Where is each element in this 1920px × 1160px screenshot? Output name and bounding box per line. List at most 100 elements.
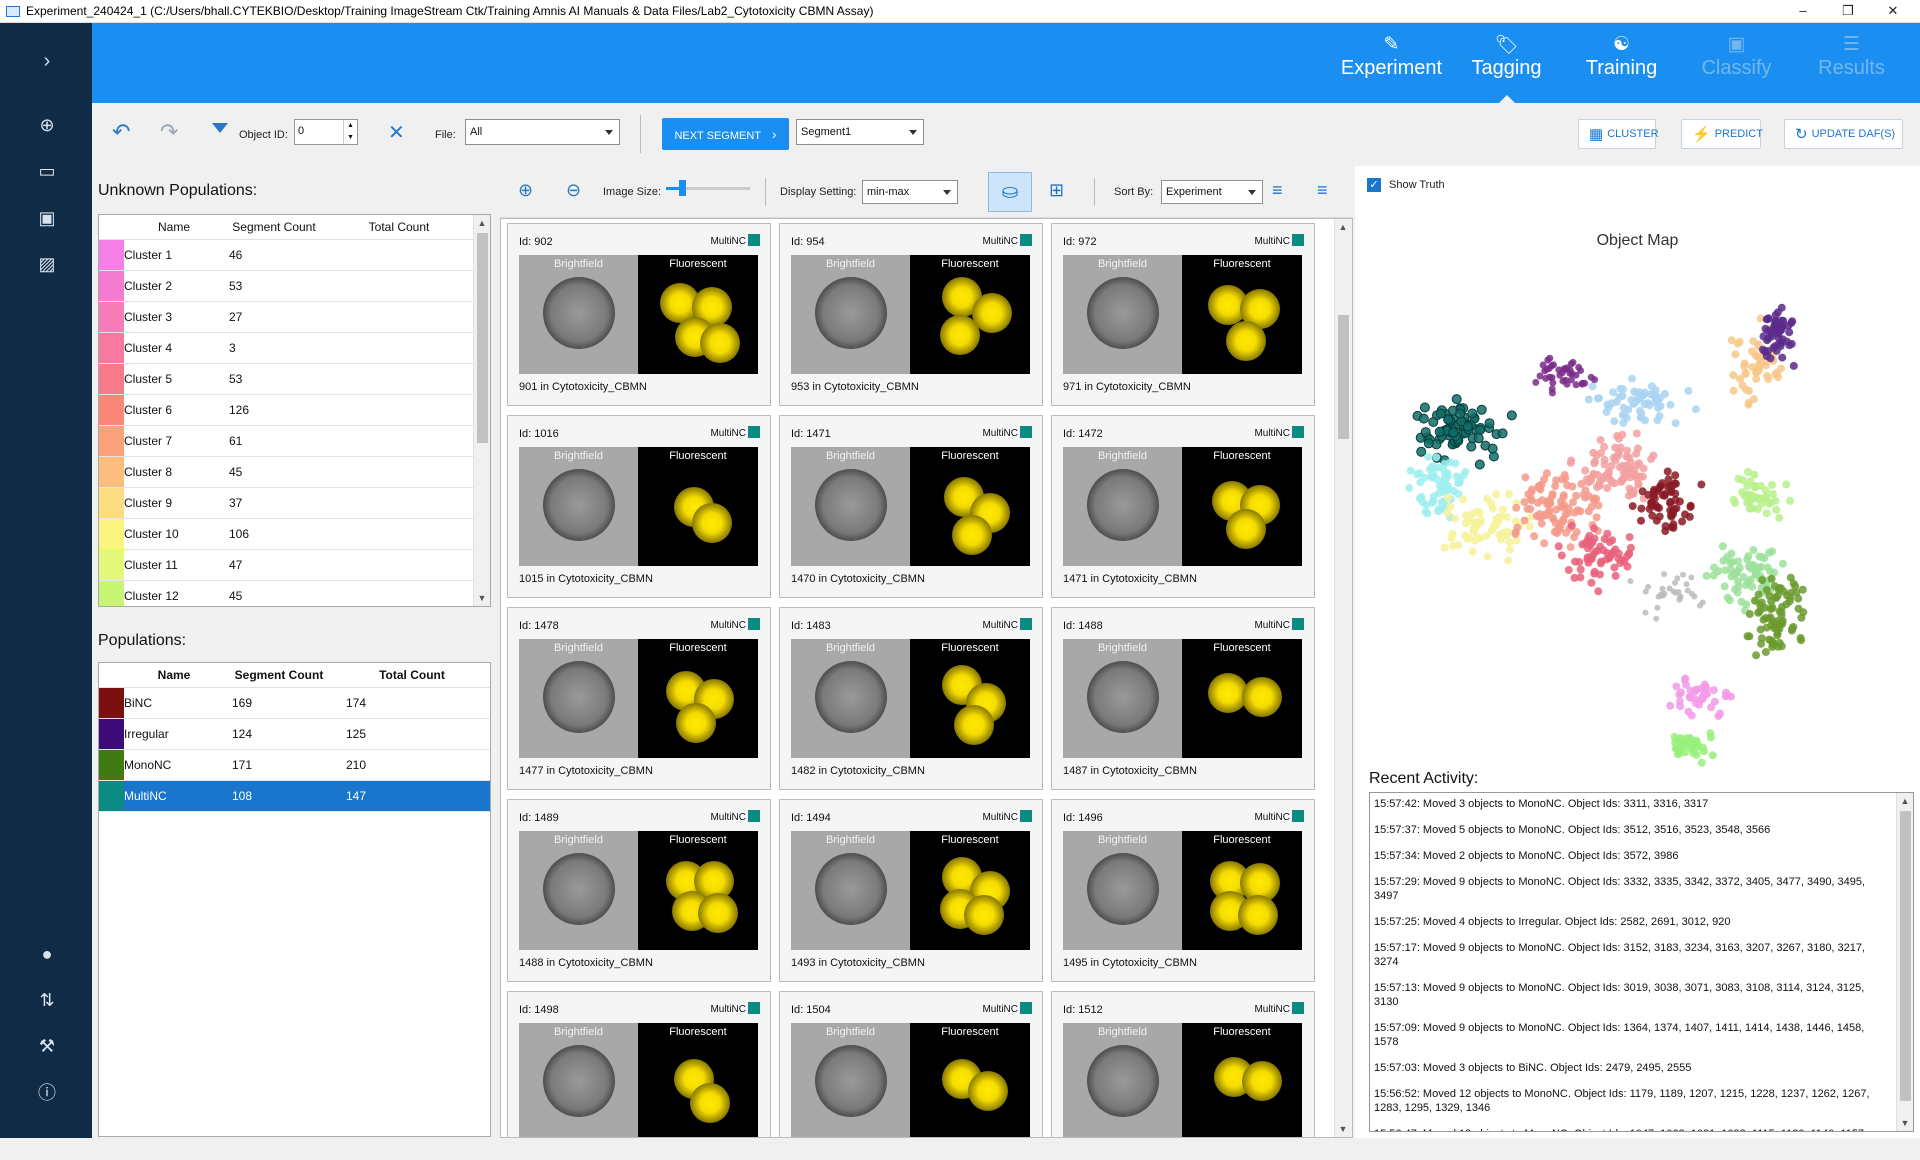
scroll-thumb[interactable] [477, 233, 488, 443]
object-id-spinner[interactable]: ▲ ▼ [343, 120, 357, 144]
population-row[interactable]: BiNC 169 174 [99, 687, 490, 719]
cell-image-card[interactable]: Id: 1512 MultiNC Brightfield Fluorescent [1051, 991, 1315, 1137]
cell-image-card[interactable]: Id: 1471 MultiNC Brightfield Fluorescent 147… [779, 415, 1043, 598]
save-icon[interactable]: ▣ [36, 207, 58, 229]
unknown-population-row[interactable]: Cluster 11 47 [99, 549, 474, 581]
slider-handle[interactable] [679, 180, 686, 196]
cell-image-card[interactable]: Id: 954 MultiNC Brightfield Fluorescent 953 … [779, 223, 1043, 406]
tagging-toolbar: ↶ ↷ Object ID: 0 ▲ ▼ ✕ File: All NEXT SEG… [92, 103, 1920, 165]
cluster-button[interactable]: ▦ CLUSTER [1578, 119, 1659, 149]
col-header-segment-count[interactable]: Segment Count [224, 663, 334, 688]
user-icon[interactable]: ● [36, 943, 58, 965]
close-window-button[interactable]: ✕ [1870, 0, 1916, 23]
tab-experiment[interactable]: ✎ Experiment [1334, 23, 1449, 103]
unknown-population-row[interactable]: Cluster 8 45 [99, 456, 474, 488]
gallery-scrollbar[interactable]: ▲ ▼ [1334, 219, 1352, 1137]
transfer-icon[interactable]: ⇅ [36, 989, 58, 1011]
tab-classify[interactable]: ▣ Classify [1679, 23, 1794, 103]
unknown-scrollbar[interactable]: ▲ ▼ [473, 215, 490, 606]
add-icon[interactable]: ⊕ [36, 114, 58, 136]
cell-image-card[interactable]: Id: 1483 MultiNC Brightfield Fluorescent 148… [779, 607, 1043, 790]
info-icon[interactable]: ⓘ [36, 1082, 58, 1104]
class-color-marker [1292, 234, 1304, 246]
filter-icon[interactable] [212, 123, 228, 133]
col-header-name[interactable]: Name [124, 663, 224, 688]
map-point [1684, 386, 1693, 395]
map-point [1743, 482, 1752, 490]
unknown-population-row[interactable]: Cluster 43 [99, 332, 474, 364]
cell-image-card[interactable]: Id: 1496 MultiNC Brightfield Fluorescent 149… [1051, 799, 1315, 982]
cell-image-card[interactable]: Id: 1016 MultiNC Brightfield Fluorescent 101… [507, 415, 771, 598]
scroll-up-icon[interactable]: ▲ [1335, 219, 1351, 235]
undo-icon[interactable]: ↶ [112, 119, 130, 145]
col-header-name[interactable]: Name [124, 215, 224, 240]
scroll-thumb[interactable] [1338, 315, 1349, 439]
expand-icon[interactable]: › [36, 50, 58, 72]
unknown-population-row[interactable]: Cluster 3 27 [99, 301, 474, 333]
minimize-button[interactable]: – [1780, 0, 1826, 23]
show-truth-checkbox[interactable]: ✓ [1367, 178, 1381, 192]
activity-entry: 15:57:37: Moved 5 objects to MonoNC. Obj… [1374, 824, 1771, 836]
folder-icon[interactable]: ▭ [36, 160, 58, 182]
unknown-population-row[interactable]: Cluster 5 53 [99, 363, 474, 395]
unknown-population-row[interactable]: Cluster 6 126 [99, 394, 474, 426]
cell-image-card[interactable]: Id: 1504 MultiNC Brightfield Fluorescent [779, 991, 1043, 1137]
map-point [1775, 513, 1784, 522]
zoom-in-icon[interactable]: ⊕ [518, 180, 533, 201]
col-header-total-count[interactable]: Total Count [324, 215, 474, 240]
sort-descending-icon[interactable]: ≡ [1317, 180, 1328, 201]
activity-entry: 15:57:34: Moved 2 objects to MonoNC. Obj… [1374, 850, 1679, 862]
unknown-population-row[interactable]: Cluster 10 106 [99, 518, 474, 550]
map-point [1499, 505, 1507, 514]
segment-select[interactable]: Segment1 [796, 119, 924, 145]
predict-button[interactable]: ⚡ PREDICT [1681, 119, 1763, 149]
cell-image-card[interactable]: Id: 1478 MultiNC Brightfield Fluorescent 147… [507, 607, 771, 790]
next-segment-button[interactable]: NEXT SEGMENT › [662, 118, 789, 150]
tab-results[interactable]: ☰ Results [1794, 23, 1909, 103]
scroll-down-icon[interactable]: ▼ [1897, 1115, 1913, 1131]
scroll-up-icon[interactable]: ▲ [1897, 793, 1913, 809]
unknown-population-row[interactable]: Cluster 12 45 [99, 580, 474, 606]
display-setting-select[interactable]: min-max [862, 180, 958, 204]
paint-bucket-icon[interactable]: ⛀ [988, 172, 1032, 212]
tools-icon[interactable]: ⚒ [36, 1035, 58, 1057]
image-size-slider[interactable] [666, 180, 750, 202]
scroll-up-icon[interactable]: ▲ [474, 215, 490, 231]
map-point [1428, 417, 1439, 427]
sort-ascending-icon[interactable]: ≡ [1272, 180, 1283, 201]
col-header-segment-count[interactable]: Segment Count [224, 215, 324, 240]
tab-tagging[interactable]: 🏷 Tagging [1449, 23, 1564, 103]
tab-training[interactable]: ☯ Training [1564, 23, 1679, 103]
redo-icon[interactable]: ↷ [160, 119, 178, 145]
object-id-field[interactable]: 0 ▲ ▼ [294, 119, 358, 145]
cell-image-card[interactable]: Id: 902 MultiNC Brightfield Fluorescent 901 … [507, 223, 771, 406]
population-row[interactable]: Irregular 124 125 [99, 718, 490, 750]
scroll-down-icon[interactable]: ▼ [1335, 1121, 1351, 1137]
col-header-total-count[interactable]: Total Count [334, 663, 490, 688]
unknown-population-row[interactable]: Cluster 9 37 [99, 487, 474, 519]
cell-image-card[interactable]: Id: 1472 MultiNC Brightfield Fluorescent 147… [1051, 415, 1315, 598]
unknown-population-row[interactable]: Cluster 1 46 [99, 239, 474, 271]
image-settings-icon[interactable]: ⊞ [1049, 180, 1064, 201]
activity-scrollbar[interactable]: ▲ ▼ [1896, 793, 1913, 1131]
cell-image-card[interactable]: Id: 1498 MultiNC Brightfield Fluorescent [507, 991, 771, 1137]
nucleus-blob [1242, 1061, 1282, 1101]
unknown-population-row[interactable]: Cluster 7 61 [99, 425, 474, 457]
cell-image-card[interactable]: Id: 1494 MultiNC Brightfield Fluorescent 149… [779, 799, 1043, 982]
scroll-thumb[interactable] [1900, 811, 1911, 1101]
update-daf-button[interactable]: ↻ UPDATE DAF(S) [1784, 119, 1903, 149]
image-icon[interactable]: ▨ [36, 253, 58, 275]
cell-image-card[interactable]: Id: 1489 MultiNC Brightfield Fluorescent 148… [507, 799, 771, 982]
population-row[interactable]: MultiNC 108 147 [99, 780, 490, 812]
scroll-down-icon[interactable]: ▼ [474, 590, 490, 606]
source-caption: 1470 in Cytotoxicity_CBMN [791, 573, 925, 585]
population-row[interactable]: MonoNC 171 210 [99, 749, 490, 781]
unknown-population-row[interactable]: Cluster 2 53 [99, 270, 474, 302]
cell-image-card[interactable]: Id: 1488 MultiNC Brightfield Fluorescent 148… [1051, 607, 1315, 790]
zoom-out-icon[interactable]: ⊖ [566, 180, 581, 201]
restore-button[interactable]: ❐ [1825, 0, 1871, 23]
sort-by-select[interactable]: Experiment [1161, 180, 1263, 204]
cell-image-card[interactable]: Id: 972 MultiNC Brightfield Fluorescent 971 … [1051, 223, 1315, 406]
file-select[interactable]: All [465, 119, 620, 145]
clear-object-id-icon[interactable]: ✕ [388, 120, 405, 145]
